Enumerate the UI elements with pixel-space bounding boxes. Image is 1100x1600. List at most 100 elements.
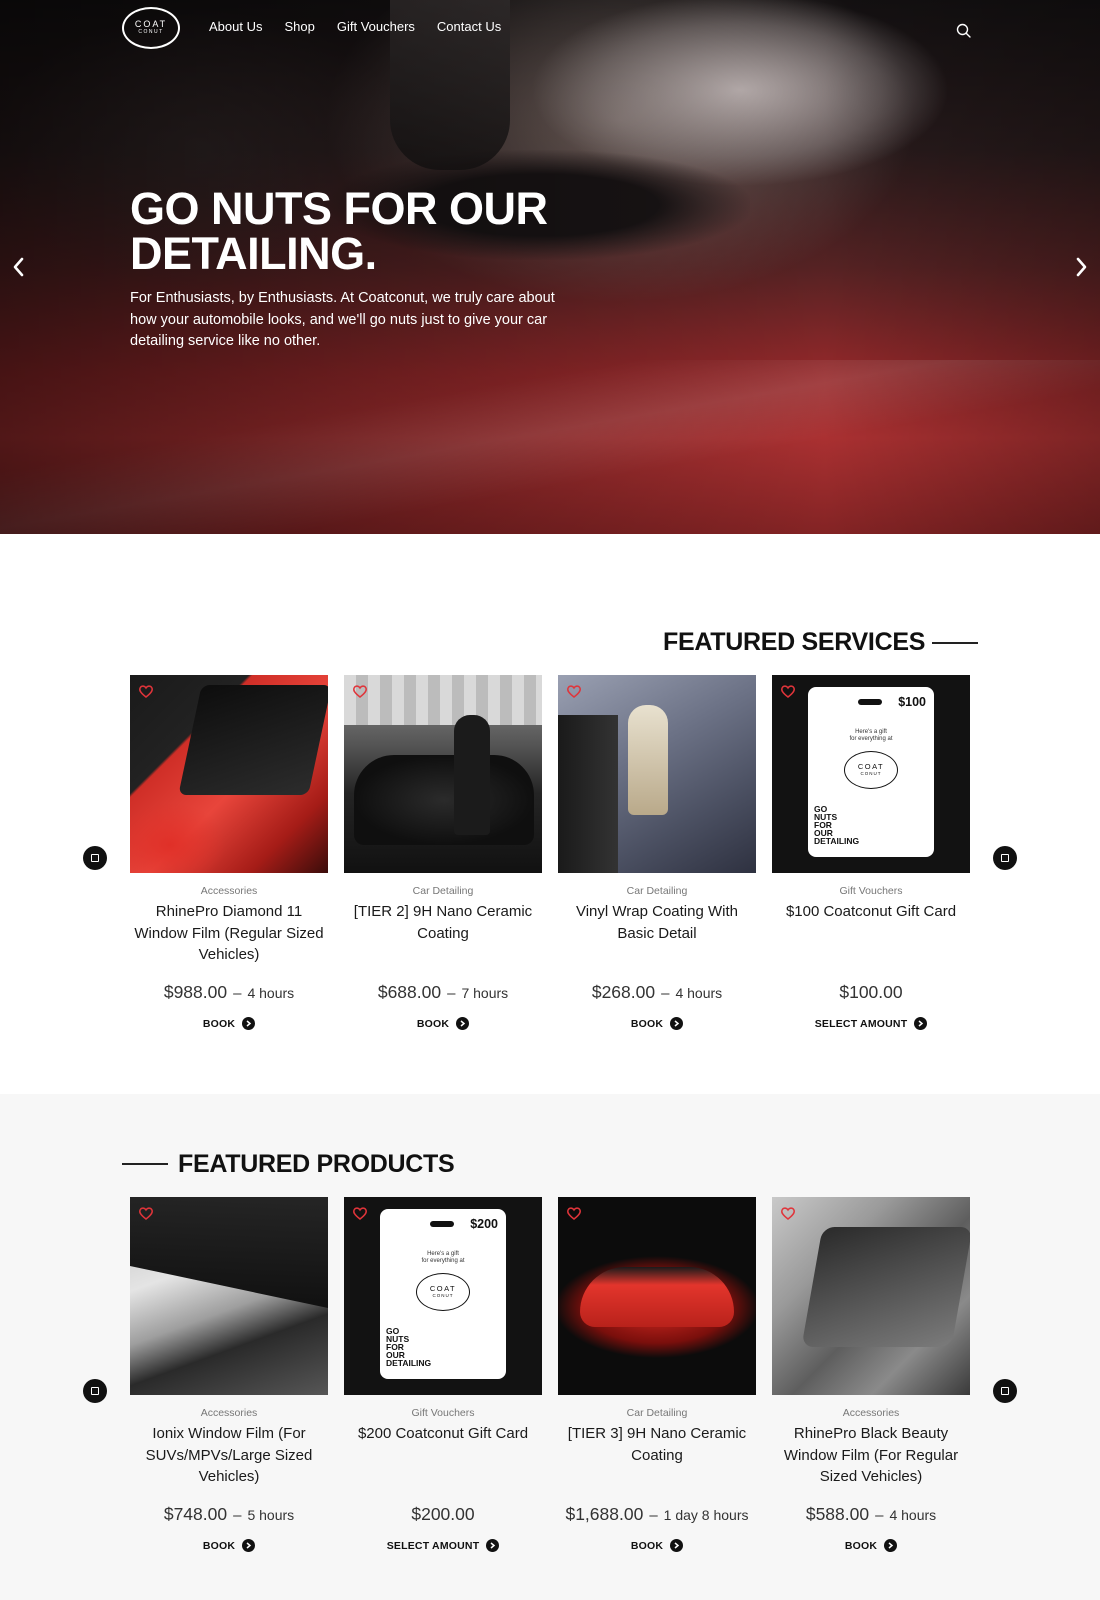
- price-row: $688.00–7 hours: [344, 982, 542, 1003]
- heart-icon[interactable]: [352, 683, 368, 699]
- product-category[interactable]: Accessories: [772, 1407, 970, 1419]
- service-duration: 7 hours: [461, 985, 509, 1001]
- gift-card-note: Here's a gift for everything at: [849, 729, 893, 742]
- cta-label: BOOK: [630, 1539, 664, 1552]
- price-row: $988.00–4 hours: [130, 982, 328, 1003]
- price-separator: –: [661, 985, 670, 1002]
- product-image[interactable]: $200 Here's a gift for everything at COAT…: [344, 1197, 542, 1395]
- book-button[interactable]: BOOK: [558, 1017, 756, 1030]
- product-image[interactable]: [558, 1197, 756, 1395]
- product-card[interactable]: Accessories RhinePro Black Beauty Window…: [772, 1197, 970, 1552]
- service-duration: 4 hours: [675, 985, 723, 1001]
- product-name[interactable]: [TIER 2] 9H Nano Ceramic Coating: [344, 901, 542, 965]
- top-navigation: COAT CONUT About Us Shop Gift Vouchers C…: [0, 0, 1100, 60]
- arrow-circle-icon: [456, 1017, 470, 1030]
- nav-link-shop[interactable]: Shop: [284, 19, 314, 34]
- heart-icon[interactable]: [566, 1205, 582, 1221]
- service-duration: 1 day 8 hours: [663, 1507, 749, 1523]
- price-separator: –: [233, 1507, 242, 1524]
- product-category[interactable]: Car Detailing: [558, 1407, 756, 1419]
- product-category[interactable]: Gift Vouchers: [344, 1407, 542, 1419]
- product-name[interactable]: $200 Coatconut Gift Card: [344, 1423, 542, 1487]
- arrow-circle-icon: [242, 1017, 256, 1030]
- heart-icon[interactable]: [352, 1205, 368, 1221]
- product-image[interactable]: [772, 1197, 970, 1395]
- product-image[interactable]: [558, 675, 756, 873]
- service-duration: 5 hours: [247, 1507, 295, 1523]
- logo-text-conut: CONUT: [138, 29, 164, 35]
- price-separator: –: [649, 1507, 658, 1524]
- service-card[interactable]: Car Detailing [TIER 2] 9H Nano Ceramic C…: [344, 675, 542, 1030]
- book-button[interactable]: BOOK: [130, 1017, 328, 1030]
- product-name[interactable]: RhinePro Diamond 11 Window Film (Regular…: [130, 901, 328, 965]
- product-card[interactable]: $200 Here's a gift for everything at COAT…: [344, 1197, 542, 1552]
- book-button[interactable]: BOOK: [130, 1539, 328, 1552]
- heart-icon[interactable]: [138, 683, 154, 699]
- heart-icon[interactable]: [566, 683, 582, 699]
- hero-prev-button[interactable]: [8, 254, 30, 280]
- nav-link-gift-vouchers[interactable]: Gift Vouchers: [337, 19, 415, 34]
- service-card[interactable]: $100 Here's a gift for everything at COAT…: [772, 675, 970, 1030]
- product-name[interactable]: Ionix Window Film (For SUVs/MPVs/Large S…: [130, 1423, 328, 1487]
- service-duration: 4 hours: [247, 985, 295, 1001]
- gift-card-graphic: $100 Here's a gift for everything at COAT…: [808, 687, 934, 857]
- heart-icon[interactable]: [138, 1205, 154, 1221]
- featured-services-heading: FEATURED SERVICES: [663, 628, 926, 656]
- product-name[interactable]: [TIER 3] 9H Nano Ceramic Coating: [558, 1423, 756, 1487]
- search-icon: [956, 23, 971, 38]
- product-category[interactable]: Accessories: [130, 1407, 328, 1419]
- services-next-button[interactable]: [993, 846, 1017, 870]
- gift-card-logo: COAT CONUT: [416, 1273, 470, 1311]
- services-prev-button[interactable]: [83, 846, 107, 870]
- nav-link-contact-us[interactable]: Contact Us: [437, 19, 501, 34]
- arrow-circle-icon: [486, 1539, 500, 1552]
- product-price: $1,688.00: [565, 1504, 644, 1524]
- heading-divider: [122, 1163, 168, 1165]
- service-duration: 4 hours: [889, 1507, 937, 1523]
- product-image[interactable]: [130, 675, 328, 873]
- cta-label: BOOK: [416, 1017, 450, 1030]
- hero-next-button[interactable]: [1070, 254, 1092, 280]
- price-row: $588.00–4 hours: [772, 1504, 970, 1525]
- cta-label: BOOK: [202, 1017, 236, 1030]
- heart-icon[interactable]: [780, 1205, 796, 1221]
- price-separator: –: [233, 985, 242, 1002]
- book-button[interactable]: BOOK: [344, 1017, 542, 1030]
- products-prev-button[interactable]: [83, 1379, 107, 1403]
- service-card[interactable]: Accessories RhinePro Diamond 11 Window F…: [130, 675, 328, 1030]
- product-category[interactable]: Car Detailing: [344, 885, 542, 897]
- product-image[interactable]: $100 Here's a gift for everything at COAT…: [772, 675, 970, 873]
- book-button[interactable]: BOOK: [772, 1539, 970, 1552]
- product-price: $688.00: [377, 982, 442, 1002]
- nav-link-about-us[interactable]: About Us: [209, 19, 262, 34]
- product-image[interactable]: [344, 675, 542, 873]
- book-button[interactable]: BOOK: [558, 1539, 756, 1552]
- product-name[interactable]: $100 Coatconut Gift Card: [772, 901, 970, 965]
- featured-products-section: FEATURED PRODUCTS Accessories Ionix Wind…: [0, 1094, 1100, 1600]
- product-price: $588.00: [805, 1504, 870, 1524]
- price-row: $200.00: [344, 1504, 542, 1525]
- products-next-button[interactable]: [993, 1379, 1017, 1403]
- featured-services-section: FEATURED SERVICES Accessories RhinePro D…: [0, 534, 1100, 1094]
- price-separator: –: [875, 1507, 884, 1524]
- gift-card-slogan: GO NUTS FOR OUR DETAILING: [814, 804, 860, 846]
- product-category[interactable]: Accessories: [130, 885, 328, 897]
- site-logo[interactable]: COAT CONUT: [122, 7, 180, 49]
- service-card[interactable]: Car Detailing Vinyl Wrap Coating With Ba…: [558, 675, 756, 1030]
- select-amount-button[interactable]: SELECT AMOUNT: [772, 1017, 970, 1030]
- product-name[interactable]: RhinePro Black Beauty Window Film (For R…: [772, 1423, 970, 1487]
- product-name[interactable]: Vinyl Wrap Coating With Basic Detail: [558, 901, 756, 965]
- gift-card-slogan: GO NUTS FOR OUR DETAILING: [386, 1326, 432, 1368]
- search-button[interactable]: [955, 22, 973, 40]
- product-price: $100.00: [839, 982, 903, 1002]
- product-image[interactable]: [130, 1197, 328, 1395]
- hero-banner: GO NUTS FOR OUR DETAILING. For Enthusias…: [0, 0, 1100, 534]
- cta-label: SELECT AMOUNT: [814, 1017, 908, 1030]
- product-category[interactable]: Car Detailing: [558, 885, 756, 897]
- product-card[interactable]: Accessories Ionix Window Film (For SUVs/…: [130, 1197, 328, 1552]
- cta-label: BOOK: [844, 1539, 878, 1552]
- product-category[interactable]: Gift Vouchers: [772, 885, 970, 897]
- product-card[interactable]: Car Detailing [TIER 3] 9H Nano Ceramic C…: [558, 1197, 756, 1552]
- select-amount-button[interactable]: SELECT AMOUNT: [344, 1539, 542, 1552]
- heart-icon[interactable]: [780, 683, 796, 699]
